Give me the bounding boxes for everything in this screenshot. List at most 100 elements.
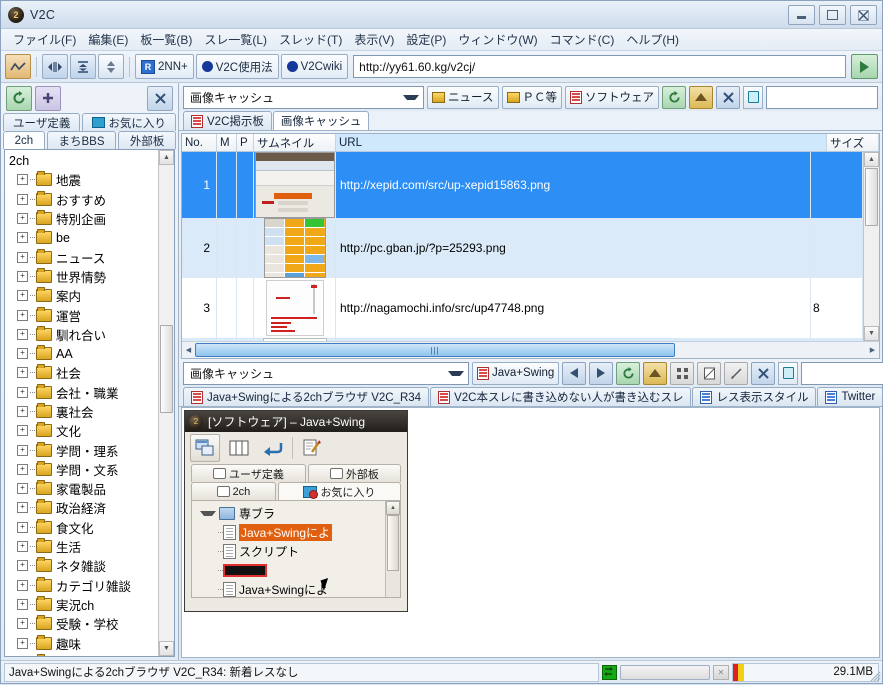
columns-button[interactable]	[224, 434, 254, 462]
activity-graph-button[interactable]	[5, 54, 31, 79]
tab-machibbs[interactable]: まちBBS	[47, 131, 116, 149]
board-tree-item[interactable]: +地震	[7, 170, 158, 189]
lower-up-button[interactable]	[643, 362, 667, 385]
board-tree-item[interactable]: +AA	[7, 344, 158, 363]
tab-thread-v2c-r34[interactable]: Java+Swingによる2chブラウザ V2C_R34	[183, 387, 429, 406]
expand-icon[interactable]: +	[17, 502, 28, 513]
board-tree-item[interactable]: +おすすめ	[7, 190, 158, 209]
expand-icon[interactable]: +	[17, 252, 28, 263]
board-tree-item[interactable]: +家電製品	[7, 479, 158, 498]
cell-thumbnail[interactable]	[254, 278, 336, 338]
expand-icon[interactable]: +	[17, 406, 28, 417]
expand-icon[interactable]: +	[17, 232, 28, 243]
upper-board-combo[interactable]: 画像キャッシュ	[183, 86, 424, 109]
preview-tree-item[interactable]: Java+Swingによ	[192, 580, 385, 597]
column-header-m[interactable]: M	[217, 134, 237, 151]
board-tree-item[interactable]: +ニュース	[7, 247, 158, 266]
board-tree-item[interactable]: +運営	[7, 305, 158, 324]
expand-icon[interactable]: +	[17, 329, 28, 340]
board-tree-item[interactable]: +裏社会	[7, 402, 158, 421]
edit-button[interactable]	[297, 434, 327, 462]
board-tree-item[interactable]: +実況ch	[7, 595, 158, 614]
collapse-vertical-button[interactable]	[70, 54, 96, 79]
preview-tab-2ch[interactable]: 2ch	[191, 482, 276, 500]
layout-button[interactable]	[190, 434, 220, 462]
stop-button[interactable]: ✕	[713, 665, 729, 680]
expand-icon[interactable]: +	[17, 310, 28, 321]
upper-up-button[interactable]	[689, 86, 713, 109]
scroll-up-arrow[interactable]: ▲	[159, 150, 174, 165]
scroll-left-arrow[interactable]: ◀	[182, 343, 195, 357]
board-tree-scrollbar[interactable]: ▲ ▼	[158, 150, 174, 656]
table-vscrollbar[interactable]: ▲ ▼	[863, 152, 879, 341]
tab-2ch[interactable]: 2ch	[3, 131, 45, 149]
add-board-button[interactable]	[35, 86, 61, 111]
minimize-button[interactable]	[788, 5, 815, 25]
menu-board-list[interactable]: 板一覧(B)	[134, 29, 198, 50]
tab-image-cache-upper[interactable]: 画像キャッシュ	[273, 111, 370, 130]
board-reload-button[interactable]	[6, 86, 32, 111]
board-tree-item[interactable]: +be	[7, 228, 158, 247]
expand-icon[interactable]: +	[17, 580, 28, 591]
cell-thumbnail[interactable]	[254, 218, 336, 278]
back-button[interactable]	[562, 362, 586, 385]
lower-search-input[interactable]	[801, 362, 883, 385]
maximize-button[interactable]	[819, 5, 846, 25]
preview-favorites-tree[interactable]: 専ブラ Java+Swingによ スクリ	[191, 500, 401, 598]
scroll-thumb[interactable]	[160, 325, 173, 413]
lower-board-combo[interactable]: 画像キャッシュ	[183, 362, 469, 385]
tab-res-display-style[interactable]: レス表示スタイル	[692, 387, 816, 406]
category-software-button[interactable]: ソフトウェア	[565, 86, 659, 109]
upper-search-icon-button[interactable]	[743, 86, 763, 109]
expand-icon[interactable]: +	[17, 213, 28, 224]
preview-tab-favorites[interactable]: お気に入り	[278, 482, 401, 500]
board-tree-item[interactable]: +会社・職業	[7, 383, 158, 402]
board-tree-item[interactable]: +政治経済	[7, 498, 158, 517]
table-row[interactable]: 1	[182, 152, 863, 218]
board-tree-item[interactable]: +学問・文系	[7, 460, 158, 479]
resize-grip[interactable]	[869, 670, 881, 682]
column-header-no[interactable]: No.	[182, 134, 217, 151]
board-tree-item[interactable]: +特別企画	[7, 209, 158, 228]
scroll-thumb[interactable]	[387, 515, 399, 571]
menu-command[interactable]: コマンド(C)	[544, 29, 621, 50]
menu-thread[interactable]: スレッド(T)	[273, 29, 348, 50]
expand-icon[interactable]: +	[17, 271, 28, 282]
expand-icon[interactable]: +	[17, 618, 28, 629]
tab-user-defined[interactable]: ユーザ定義	[3, 113, 80, 131]
collapse-horizontal-button[interactable]	[42, 54, 68, 79]
menu-view[interactable]: 表示(V)	[348, 29, 400, 50]
menu-edit[interactable]: 編集(E)	[82, 29, 134, 50]
left-close-button[interactable]	[147, 86, 173, 111]
board-tree-item[interactable]: +学問・理系	[7, 440, 158, 459]
expand-icon[interactable]: +	[17, 387, 28, 398]
board-tree-item[interactable]: +生活	[7, 537, 158, 556]
board-tree-item[interactable]: +カテゴリ雑談	[7, 576, 158, 595]
scroll-right-arrow[interactable]: ▶	[866, 343, 879, 357]
expand-icon[interactable]: +	[17, 541, 28, 552]
link-v2c-wiki[interactable]: V2Cwiki	[281, 54, 349, 79]
thread-javaswing-button[interactable]: Java+Swing	[472, 362, 559, 385]
upper-close-button[interactable]	[716, 86, 740, 109]
lower-reload-button[interactable]	[616, 362, 640, 385]
tab-favorites[interactable]: お気に入り	[82, 113, 176, 131]
preview-tree-item[interactable]: スクリプト	[192, 542, 385, 561]
table-row[interactable]: 3	[182, 278, 863, 338]
scroll-down-arrow[interactable]: ▼	[159, 641, 174, 656]
upper-reload-button[interactable]	[662, 86, 686, 109]
preview-tree-root[interactable]: 専ブラ	[192, 504, 385, 523]
expand-icon[interactable]: +	[17, 367, 28, 378]
table-row[interactable]: 2	[182, 218, 863, 278]
column-header-url[interactable]: URL	[336, 134, 827, 151]
cell-thumbnail[interactable]	[254, 152, 336, 218]
upper-search-input[interactable]	[766, 86, 878, 109]
menu-file[interactable]: ファイル(F)	[7, 29, 82, 50]
preview-tree-scrollbar[interactable]: ▲	[385, 501, 400, 597]
chevron-down-icon-tree[interactable]	[200, 511, 216, 516]
preview-tree-item[interactable]: Java+Swingによ	[192, 523, 385, 542]
board-tree-item[interactable]: +案内	[7, 286, 158, 305]
board-tree-item[interactable]: +受験・学校	[7, 614, 158, 633]
lower-close-button[interactable]	[751, 362, 775, 385]
link-v2c-usage[interactable]: V2C使用法	[196, 54, 279, 79]
grid-view-button[interactable]	[670, 362, 694, 385]
